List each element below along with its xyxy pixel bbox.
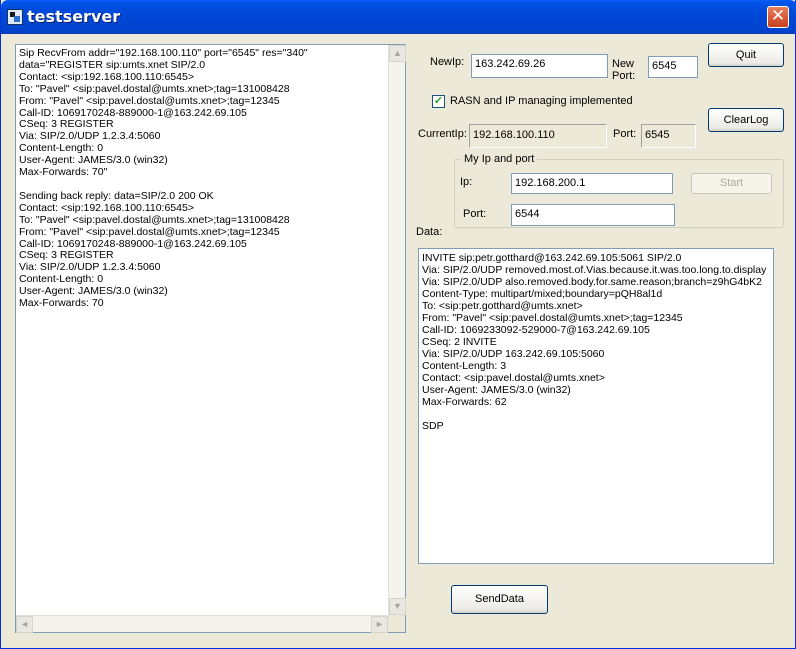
scroll-right-icon[interactable]: ► — [371, 616, 388, 633]
new-port-input[interactable]: 6545 — [648, 56, 698, 78]
close-button[interactable]: ✕ — [767, 6, 789, 28]
rasn-checkbox[interactable]: ✓ — [432, 95, 445, 108]
new-port-label-line1: New — [612, 58, 635, 70]
my-ip-group-title: My Ip and port — [461, 153, 538, 165]
current-port-label: Port: — [613, 128, 637, 140]
my-port-label: Port: — [463, 208, 487, 220]
current-ip-label: CurrentIp: — [418, 128, 467, 140]
current-port-value: 6545 — [641, 124, 696, 148]
new-ip-label: NewIp: — [430, 56, 465, 68]
title-bar[interactable]: testserver ✕ — [1, 0, 796, 34]
senddata-button[interactable]: SendData — [451, 585, 548, 614]
data-textarea[interactable]: INVITE sip:petr.gotthard@163.242.69.105:… — [418, 248, 774, 564]
rasn-checkbox-label[interactable]: RASN and IP managing implemented — [450, 95, 633, 107]
data-text: INVITE sip:petr.gotthard@163.242.69.105:… — [422, 252, 767, 432]
log-horizontal-scrollbar[interactable]: ◄ ► — [16, 615, 388, 633]
new-port-label: New Port: — [612, 58, 635, 82]
quit-button[interactable]: Quit — [708, 43, 784, 67]
scroll-down-icon[interactable]: ▼ — [389, 598, 406, 615]
scroll-left-icon[interactable]: ◄ — [16, 616, 33, 633]
my-ip-input[interactable]: 192.168.200.1 — [511, 173, 673, 194]
log-vertical-scrollbar[interactable]: ▲ ▼ — [388, 45, 406, 615]
log-text: Sip RecvFrom addr="192.168.100.110" port… — [19, 48, 308, 310]
current-ip-value: 192.168.100.110 — [469, 124, 607, 148]
start-button[interactable]: Start — [691, 173, 772, 194]
new-port-label-line2: Port: — [612, 70, 636, 82]
new-ip-input[interactable]: 163.242.69.26 — [471, 54, 608, 78]
data-label: Data: — [416, 226, 443, 238]
my-ip-label: Ip: — [460, 176, 473, 188]
log-panel[interactable]: Sip RecvFrom addr="192.168.100.110" port… — [15, 44, 406, 633]
scroll-up-icon[interactable]: ▲ — [389, 45, 406, 62]
app-window: testserver ✕ Sip RecvFrom addr="192.168.… — [0, 0, 796, 649]
scrollbar-corner — [388, 615, 405, 632]
window-title: testserver — [27, 7, 121, 26]
clearlog-button[interactable]: ClearLog — [708, 108, 784, 132]
app-icon — [7, 9, 23, 25]
my-port-input[interactable]: 6544 — [511, 204, 675, 226]
